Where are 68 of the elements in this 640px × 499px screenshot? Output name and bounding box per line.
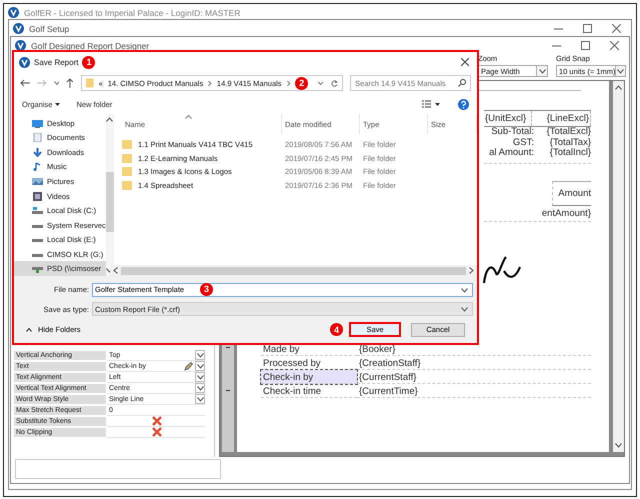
report-label[interactable]: Check-in time	[261, 384, 357, 398]
window-title: GolfER - Licensed to Imperial Palace - LoginID: MASTER	[24, 8, 240, 18]
scroll-down-icon	[615, 443, 622, 448]
report-label[interactable]: al Amount:	[484, 148, 534, 158]
report-field[interactable]: {CurrentTime}	[357, 384, 591, 398]
scrollbar[interactable]	[106, 114, 114, 276]
ruler-mark-icon	[226, 347, 230, 348]
documents-icon	[32, 133, 43, 142]
sort-ascending-icon	[185, 115, 192, 119]
folder-icon	[86, 77, 94, 89]
search-icon	[458, 79, 466, 87]
scroll-right-icon	[469, 267, 474, 274]
refresh-icon[interactable]	[331, 78, 338, 88]
horizontal-scrollbar[interactable]	[110, 265, 477, 276]
dropdown-caret-icon	[55, 102, 60, 106]
report-field[interactable]: {CreationStaff}	[357, 356, 591, 370]
report-field[interactable]: {TotalTax}	[534, 138, 591, 148]
dropdown-caret-icon	[617, 68, 624, 74]
scroll-left-icon	[113, 267, 118, 274]
app-logo-icon	[13, 23, 24, 34]
report-field[interactable]: {CurrentStaff}	[357, 370, 591, 384]
report-label[interactable]: Check-in by	[261, 370, 357, 384]
cross-icon[interactable]	[152, 427, 162, 437]
downloads-icon	[32, 148, 43, 157]
scroll-thumb[interactable]	[121, 266, 466, 274]
ruler-mark-icon	[226, 390, 230, 392]
network-icon	[32, 264, 43, 274]
scroll-up-icon	[106, 117, 114, 122]
close-icon[interactable]	[461, 58, 469, 66]
report-field[interactable]: {TotalExcl}	[534, 127, 591, 138]
report-field[interactable]: {UnitExcl}	[484, 111, 532, 126]
collapse-caret-icon	[26, 328, 32, 332]
close-icon[interactable]	[612, 24, 621, 33]
pictures-icon	[32, 176, 43, 186]
scroll-up-icon	[615, 85, 622, 90]
history-caret-icon	[318, 80, 324, 86]
music-icon	[32, 162, 43, 172]
close-icon[interactable]	[610, 41, 619, 50]
window-title: Golf Setup	[29, 24, 70, 34]
help-icon[interactable]	[458, 98, 469, 110]
column-header[interactable]: Amount	[552, 181, 591, 206]
videos-icon	[32, 192, 43, 200]
app-logo-icon	[19, 56, 30, 68]
pencil-icon[interactable]	[184, 362, 193, 370]
vertical-scrollbar[interactable]	[613, 81, 624, 452]
back-arrow-icon[interactable]	[20, 79, 30, 87]
step-number-badge: 1	[82, 56, 96, 68]
dropdown-caret-icon	[538, 68, 546, 74]
report-label[interactable]: Sub-Total:	[484, 127, 534, 138]
report-field[interactable]: {LineExcl}	[532, 111, 591, 126]
cross-icon[interactable]	[152, 416, 162, 426]
report-field[interactable]: entAmount}	[484, 206, 591, 222]
recent-caret-icon[interactable]	[54, 81, 60, 85]
step-number-badge: 4	[330, 323, 343, 336]
system-disk-icon	[32, 206, 43, 216]
up-arrow-icon[interactable]	[66, 78, 74, 88]
chevron-icon	[208, 80, 212, 86]
scroll-thumb[interactable]	[106, 172, 114, 232]
window-title: Golf Designed Report Designer	[31, 40, 150, 50]
report-label[interactable]: GST:	[484, 138, 534, 148]
view-options-icon[interactable]	[422, 100, 440, 108]
step-number-badge: 2	[295, 76, 308, 90]
dropdown-caret-icon	[461, 306, 468, 312]
dialog-title: Save Report	[34, 58, 78, 66]
dropdown-caret-icon	[461, 288, 468, 293]
chevron-icon	[286, 80, 290, 86]
desktop-icon	[32, 118, 43, 128]
report-field[interactable]: {TotalIncl}	[534, 148, 591, 158]
